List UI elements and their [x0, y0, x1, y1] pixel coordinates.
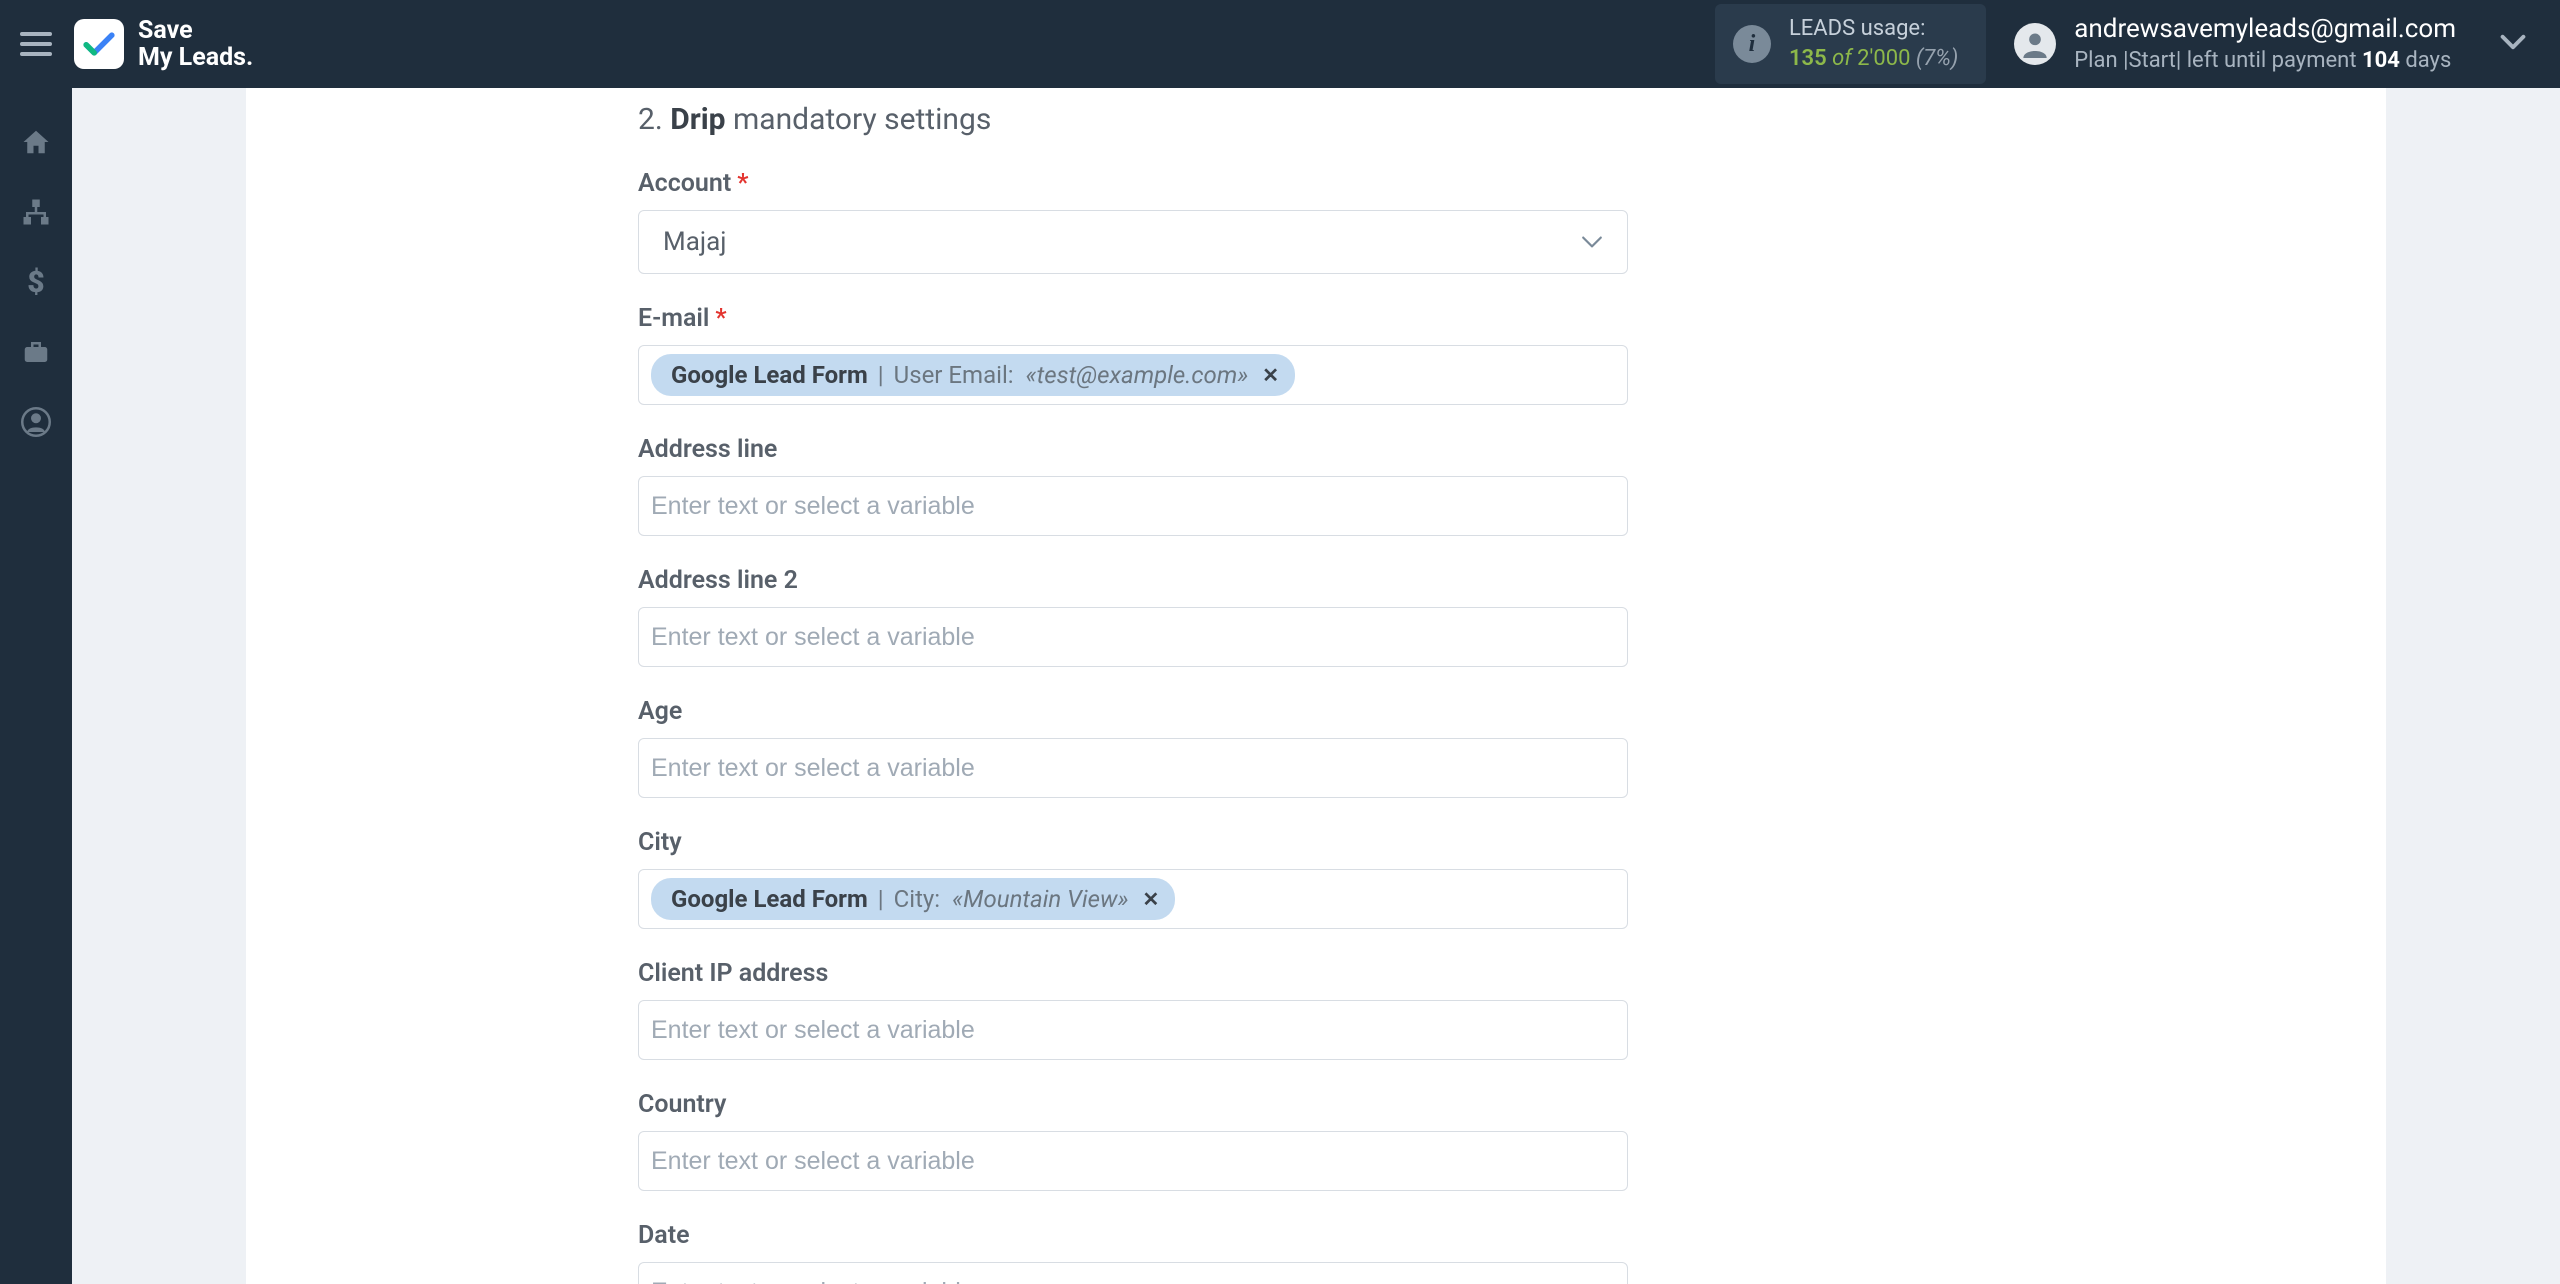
sidebar-integrations-icon[interactable]: [20, 196, 52, 228]
age-label: Age: [638, 697, 1628, 726]
brand-name: Save My Leads.: [138, 17, 253, 72]
client-ip-text-input[interactable]: [651, 1009, 1615, 1051]
address1-text-input[interactable]: [651, 485, 1615, 527]
email-tag-remove[interactable]: ✕: [1262, 363, 1279, 387]
field-city: City Google Lead Form | City: «Mountain …: [638, 828, 1628, 929]
address2-input[interactable]: [638, 607, 1628, 667]
sidebar-nav: $: [0, 88, 72, 1284]
sidebar-home-icon[interactable]: [20, 126, 52, 158]
info-icon: i: [1733, 25, 1771, 63]
avatar-icon: [2014, 23, 2056, 65]
client-ip-label: Client IP address: [638, 959, 1628, 988]
email-input[interactable]: Google Lead Form | User Email: «test@exa…: [638, 345, 1628, 405]
field-account: Account* Majaj: [638, 169, 1628, 274]
hamburger-menu-button[interactable]: [0, 0, 72, 88]
content-area: 2. Drip mandatory settings Account* Maja…: [72, 88, 2560, 1284]
city-tag-remove[interactable]: ✕: [1142, 887, 1159, 911]
field-client-ip: Client IP address: [638, 959, 1628, 1060]
address2-text-input[interactable]: [651, 616, 1615, 658]
chevron-down-icon: [1581, 235, 1603, 249]
settings-panel: 2. Drip mandatory settings Account* Maja…: [246, 88, 2386, 1284]
city-variable-tag: Google Lead Form | City: «Mountain View»…: [651, 878, 1175, 920]
address1-input[interactable]: [638, 476, 1628, 536]
sidebar-briefcase-icon[interactable]: [20, 336, 52, 368]
email-variable-tag: Google Lead Form | User Email: «test@exa…: [651, 354, 1295, 396]
leads-usage-text: LEADS usage: 135 of 2'000 (7%): [1789, 14, 1958, 73]
user-menu-caret[interactable]: [2456, 33, 2536, 55]
date-label: Date: [638, 1221, 1628, 1250]
logo-icon: [74, 19, 124, 69]
sidebar-billing-icon[interactable]: $: [20, 266, 52, 298]
date-text-input[interactable]: [651, 1271, 1615, 1284]
user-account-widget[interactable]: andrewsavemyleads@gmail.com Plan |Start|…: [2014, 13, 2456, 75]
field-age: Age: [638, 697, 1628, 798]
section-title: 2. Drip mandatory settings: [638, 102, 1628, 137]
sidebar-account-icon[interactable]: [20, 406, 52, 438]
country-label: Country: [638, 1090, 1628, 1119]
top-bar: Save My Leads. i LEADS usage: 135 of 2'0…: [0, 0, 2560, 88]
age-input[interactable]: [638, 738, 1628, 798]
account-label: Account*: [638, 169, 1628, 198]
field-email: E-mail* Google Lead Form | User Email: «…: [638, 304, 1628, 405]
field-country: Country: [638, 1090, 1628, 1191]
hamburger-icon: [20, 32, 52, 56]
account-select[interactable]: Majaj: [638, 210, 1628, 274]
field-date: Date: [638, 1221, 1628, 1284]
account-value: Majaj: [663, 227, 726, 257]
address2-label: Address line 2: [638, 566, 1628, 595]
city-label: City: [638, 828, 1628, 857]
country-input[interactable]: [638, 1131, 1628, 1191]
field-address1: Address line: [638, 435, 1628, 536]
client-ip-input[interactable]: [638, 1000, 1628, 1060]
leads-usage-widget[interactable]: i LEADS usage: 135 of 2'000 (7%): [1715, 4, 1986, 83]
address1-label: Address line: [638, 435, 1628, 464]
age-text-input[interactable]: [651, 747, 1615, 789]
user-info: andrewsavemyleads@gmail.com Plan |Start|…: [2074, 13, 2456, 75]
brand-logo[interactable]: Save My Leads.: [74, 17, 253, 72]
email-label: E-mail*: [638, 304, 1628, 333]
svg-text:$: $: [27, 267, 44, 297]
country-text-input[interactable]: [651, 1140, 1615, 1182]
city-input[interactable]: Google Lead Form | City: «Mountain View»…: [638, 869, 1628, 929]
date-input[interactable]: [638, 1262, 1628, 1284]
field-address2: Address line 2: [638, 566, 1628, 667]
